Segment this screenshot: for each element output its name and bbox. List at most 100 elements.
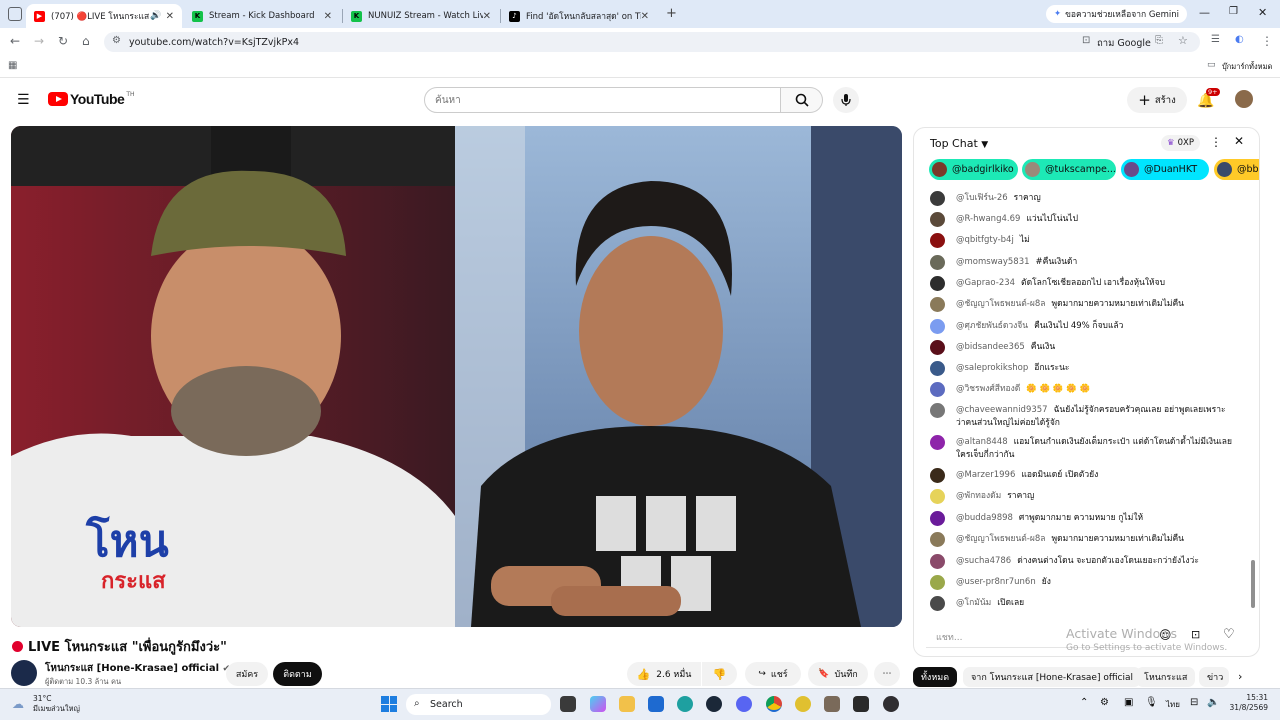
bookmark-star-icon[interactable]: ☆ xyxy=(1178,34,1188,47)
chat-author-name[interactable]: @momsway5831 xyxy=(956,257,1030,267)
notifications-button[interactable]: 🔔 9+ xyxy=(1197,88,1220,109)
chat-author-name[interactable]: @user-pr8nr7un6n xyxy=(956,577,1036,587)
chip-next-icon[interactable]: › xyxy=(1238,670,1242,683)
chat-message[interactable]: @R-hwang4.69 แว่นไปโน่นไป xyxy=(930,212,1235,227)
close-chat-icon[interactable]: ✕ xyxy=(1234,134,1244,148)
cast-icon[interactable]: ⎘ xyxy=(1155,35,1163,46)
language-indicator[interactable]: ไทย xyxy=(1166,698,1180,711)
chat-author-name[interactable]: @วิชรพงศ์สีทองดี xyxy=(956,384,1020,394)
chat-author-name[interactable]: @พักทองดัม xyxy=(956,491,1001,501)
search-input[interactable]: ค้นหา xyxy=(424,87,781,113)
steam-icon[interactable] xyxy=(706,696,722,712)
all-bookmarks-label[interactable]: บุ๊กมาร์กทั้งหมด xyxy=(1222,61,1272,73)
chat-author-name[interactable]: @Gaprao-234 xyxy=(956,278,1015,288)
video-player[interactable]: โหน กระแส xyxy=(11,126,902,627)
chat-mode-dropdown[interactable]: Top Chat ▼ xyxy=(930,137,988,150)
chat-author-avatar[interactable] xyxy=(930,276,945,291)
chat-author-avatar[interactable] xyxy=(930,554,945,569)
chip-news[interactable]: ข่าว xyxy=(1199,667,1229,687)
chat-author-name[interactable]: @saleprokikshop xyxy=(956,363,1028,373)
windows-start-icon[interactable] xyxy=(381,696,397,712)
chat-author-avatar[interactable] xyxy=(930,532,945,547)
search-button[interactable] xyxy=(781,87,823,113)
chat-message[interactable]: @วิชรพงศ์สีทองดี 🌼 🌼 🌼 🌼 🌼 xyxy=(930,382,1235,397)
chat-author-avatar[interactable] xyxy=(930,340,945,355)
chat-author-name[interactable]: @โบเฟิร์น-26 xyxy=(956,193,1008,203)
file-explorer-icon[interactable] xyxy=(619,696,635,712)
chat-author-avatar[interactable] xyxy=(930,403,945,418)
url-text[interactable]: youtube.com/watch?v=KsjTZvjkPx4 xyxy=(129,37,299,48)
chat-message[interactable]: @Marzer1996 แอดมินเดย์ เปิดตัวยัง xyxy=(930,468,1235,483)
chat-author-name[interactable]: @ชัญญาโพธพยนต์-ผ8ล xyxy=(956,534,1045,544)
hamburger-menu-icon[interactable]: ☰ xyxy=(17,92,30,108)
join-button[interactable]: สมัคร xyxy=(226,662,268,686)
chat-author-avatar[interactable] xyxy=(930,297,945,312)
obs-icon[interactable] xyxy=(883,696,899,712)
chat-author-avatar[interactable] xyxy=(930,489,945,504)
chat-author-avatar[interactable] xyxy=(930,468,945,483)
chat-author-name[interactable]: @โกมัน้ม xyxy=(956,598,991,608)
tray-icon[interactable]: ⚙ xyxy=(1100,697,1109,708)
close-tab-icon[interactable]: ✕ xyxy=(324,11,332,22)
voice-search-button[interactable] xyxy=(833,87,859,113)
omnibox[interactable]: ⚙ youtube.com/watch?v=KsjTZvjkPx4 ⊡ ถาม … xyxy=(104,32,1200,52)
home-icon[interactable]: ⌂ xyxy=(82,34,90,48)
tab-youtube-live[interactable]: ▶ (707) 🔴LIVE โหนกระแส "เพื่อ 🔊 ✕ xyxy=(26,4,182,28)
chat-author-name[interactable]: @altan8448 xyxy=(956,437,1008,447)
xp-badge[interactable]: ♛ 0XP xyxy=(1161,135,1200,151)
close-tab-icon[interactable]: ✕ xyxy=(641,11,649,22)
tray-icon[interactable]: ▣ xyxy=(1124,697,1133,708)
chat-author-name[interactable]: @chaveewannid9357 xyxy=(956,405,1048,415)
chat-author-avatar[interactable] xyxy=(930,435,945,450)
reading-list-icon[interactable]: ☰ xyxy=(1211,34,1220,45)
ticker-item[interactable]: @bbo xyxy=(1214,159,1259,180)
account-avatar[interactable] xyxy=(1235,90,1253,108)
youtube-logo[interactable]: YouTube TH xyxy=(48,91,135,107)
chat-author-name[interactable]: @R-hwang4.69 xyxy=(956,214,1020,224)
chat-message[interactable]: @ศุภชัยพันธ์ดวงจีน คืนเงินไป 49% ก็จบแล้ว xyxy=(930,319,1235,334)
tray-chevron-up-icon[interactable]: ⌃ xyxy=(1080,697,1088,708)
chat-message[interactable]: @saleprokikshop อีกแระนะ xyxy=(930,361,1235,376)
taskbar-clock[interactable]: 15:31 31/8/2569 xyxy=(1228,693,1268,713)
weather-widget[interactable]: 31°C มีเมฆส่วนใหญ่ xyxy=(33,694,80,714)
chat-message[interactable]: @bidsandee365 คืนเงิน xyxy=(930,340,1235,355)
tab-kick-dashboard[interactable]: K Stream - Kick Dashboard ✕ xyxy=(184,4,340,28)
gemini-button[interactable]: ✦ ขอความช่วยเหลือจาก Gemini xyxy=(1046,5,1188,23)
chat-author-avatar[interactable] xyxy=(930,511,945,526)
chat-message[interactable]: @altan8448 แอมโดนกำแดเงินยังเต็มกระเป๋า แ… xyxy=(930,435,1235,462)
close-tab-icon[interactable]: ✕ xyxy=(483,11,491,22)
chat-message[interactable]: @momsway5831 #คืนเงินด้า xyxy=(930,255,1235,270)
tab-search-icon[interactable] xyxy=(8,7,22,21)
google-lens-label[interactable]: ถาม Google xyxy=(1097,36,1151,51)
chat-author-avatar[interactable] xyxy=(930,596,945,611)
close-window-icon[interactable]: ✕ xyxy=(1258,6,1267,19)
task-view-icon[interactable] xyxy=(560,696,576,712)
chip-from-channel[interactable]: จาก โหนกระแส [Hone-Krasae] official xyxy=(963,667,1142,687)
chat-author-avatar[interactable] xyxy=(930,382,945,397)
chat-message[interactable]: @ชัญญาโพธพยนต์-ผ8ล พูดมากมายความหมายเท่าเ… xyxy=(930,532,1235,547)
app-icon[interactable] xyxy=(795,696,811,712)
subscribe-button[interactable]: ติดตาม xyxy=(273,662,322,686)
apps-grid-icon[interactable]: ▦ xyxy=(8,60,17,71)
dislike-button[interactable]: 👎 xyxy=(702,662,737,686)
chat-author-avatar[interactable] xyxy=(930,233,945,248)
share-button[interactable]: ↪ แชร์ xyxy=(745,662,801,686)
chat-message[interactable]: @qbitfgty-b4j ไม่ xyxy=(930,233,1235,248)
chat-author-name[interactable]: @sucha4786 xyxy=(956,556,1011,566)
app-icon[interactable] xyxy=(824,696,840,712)
site-info-icon[interactable]: ⚙ xyxy=(112,35,121,46)
more-actions-button[interactable]: ⋯ xyxy=(874,662,900,686)
chat-author-name[interactable]: @Marzer1996 xyxy=(956,470,1015,480)
extension-icon[interactable]: ◐ xyxy=(1235,34,1244,45)
weather-icon[interactable]: ☁ xyxy=(12,697,24,711)
chat-author-name[interactable]: @bidsandee365 xyxy=(956,342,1025,352)
chat-author-name[interactable]: @ศุภชัยพันธ์ดวงจีน xyxy=(956,321,1028,331)
close-tab-icon[interactable]: ✕ xyxy=(166,11,174,22)
chrome-icon[interactable] xyxy=(766,696,782,712)
volume-icon[interactable]: 🔈 xyxy=(1207,697,1219,708)
menu-kebab-icon[interactable]: ⋮ xyxy=(1261,34,1273,48)
tab-tiktok[interactable]: ♪ Find 'อัดโหนกลับสลาสุด' on TikTok ✕ xyxy=(501,4,657,28)
ticker-item[interactable]: @badgirlkiko xyxy=(929,159,1018,180)
taskbar-search[interactable]: ⌕ Search xyxy=(406,694,551,715)
chat-author-avatar[interactable] xyxy=(930,361,945,376)
